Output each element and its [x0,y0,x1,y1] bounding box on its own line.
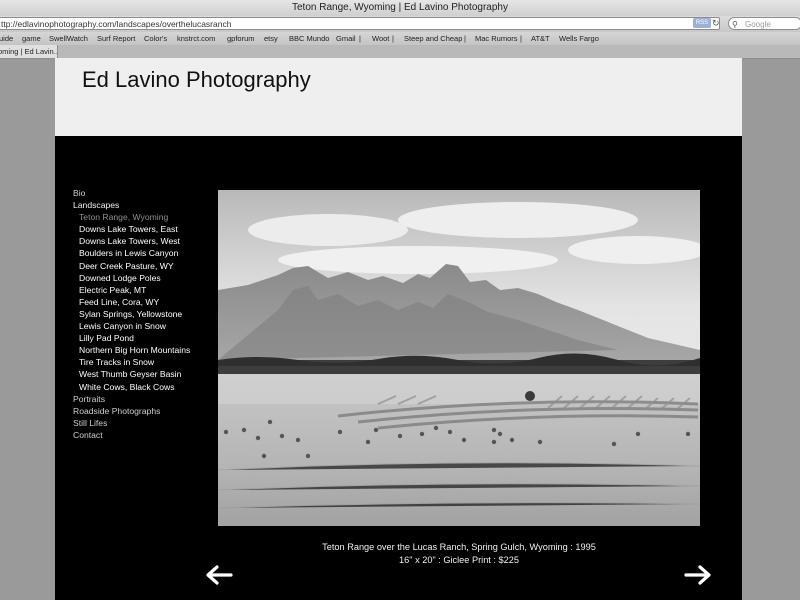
tab-bar: oming | Ed Lavin... [0,45,800,59]
search-field[interactable]: ⚲ Google [728,17,800,30]
nav-contact[interactable]: Contact [73,429,190,441]
reload-icon[interactable]: ↻ [712,18,720,28]
bookmark[interactable]: SwellWatch [49,32,88,45]
search-placeholder: Google [745,20,771,29]
bookmark-separator: | [359,34,361,43]
nav-landscape-item[interactable]: Feed Line, Cora, WY [73,296,190,308]
nav-landscape-item[interactable]: Downs Lake Towers, West [73,235,190,247]
url-field[interactable]: ttp://edlavinophotography.com/landscapes… [0,17,720,30]
bookmark[interactable]: AT&T [531,32,550,45]
right-arrow-icon[interactable] [684,564,712,586]
bookmark[interactable]: Color's [144,32,167,45]
site-nav: Bio Landscapes Teton Range, Wyoming Down… [73,187,190,441]
nav-landscape-item[interactable]: Deer Creek Pasture, WY [73,260,190,272]
nav-landscape-item[interactable]: Downs Lake Towers, East [73,223,190,235]
nav-still-lifes[interactable]: Still Lifes [73,417,190,429]
left-arrow-icon[interactable] [205,564,233,586]
bookmark-separator: | [464,34,466,43]
bookmark[interactable]: uide [0,32,13,45]
nav-landscape-item[interactable]: White Cows, Black Cows [73,381,190,393]
nav-landscape-item[interactable]: Teton Range, Wyoming [73,211,190,223]
nav-landscape-item[interactable]: Tire Tracks in Snow [73,356,190,368]
bookmark[interactable]: Wells Fargo [559,32,599,45]
nav-landscape-item[interactable]: Boulders in Lewis Canyon [73,247,190,259]
photo-caption: Teton Range over the Lucas Ranch, Spring… [218,541,700,566]
bookmark[interactable]: etsy [264,32,278,45]
window-title: Teton Range, Wyoming | Ed Lavino Photogr… [0,0,800,17]
site-title[interactable]: Ed Lavino Photography [82,67,311,93]
bookmark[interactable]: Steep and Cheap [404,32,462,45]
nav-landscapes[interactable]: Landscapes [73,199,190,211]
rss-badge[interactable]: RSS [693,18,711,28]
bookmark[interactable]: Mac Rumors [475,32,518,45]
bookmark[interactable]: game [22,32,41,45]
bookmark[interactable]: Woot [372,32,389,45]
nav-landscape-item[interactable]: Electric Peak, MT [73,284,190,296]
caption-details: 16" x 20" : Giclee Print : $225 [399,554,519,565]
nav-landscape-item[interactable]: Downed Lodge Poles [73,272,190,284]
bookmark[interactable]: BBC Mundo [289,32,329,45]
nav-bio[interactable]: Bio [73,187,190,199]
bookmark-separator: | [392,34,394,43]
caption-title: Teton Range over the Lucas Ranch, Spring… [322,542,596,552]
bookmark[interactable]: Gmail [336,32,356,45]
nav-landscape-item[interactable]: Lewis Canyon in Snow [73,320,190,332]
search-icon: ⚲ [732,20,738,29]
bookmarks-bar: uide game SwellWatch Surf Report Color's… [0,32,800,46]
nav-roadside-photographs[interactable]: Roadside Photographs [73,405,190,417]
nav-landscape-item[interactable]: Lilly Pad Pond [73,332,190,344]
nav-landscape-item[interactable]: West Thumb Geyser Basin [73,368,190,380]
nav-landscape-item[interactable]: Sylan Springs, Yellowstone [73,308,190,320]
nav-landscape-item[interactable]: Northern Big Horn Mountains [73,344,190,356]
bookmark[interactable]: knstrct.com [177,32,215,45]
address-bar-row: ttp://edlavinophotography.com/landscapes… [0,16,800,32]
bookmark-separator: | [520,34,522,43]
site-header: Ed Lavino Photography [55,58,742,136]
landscape-photo [218,190,700,526]
nav-portraits[interactable]: Portraits [73,393,190,405]
bookmark[interactable]: gpforum [227,32,255,45]
browser-tab[interactable]: oming | Ed Lavin... [0,45,58,58]
bookmark[interactable]: Surf Report [97,32,135,45]
